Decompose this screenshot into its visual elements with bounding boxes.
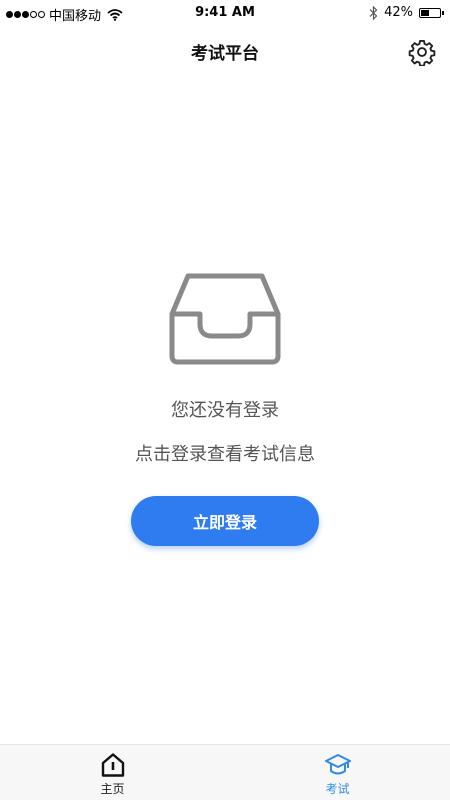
tab-exam[interactable]: 考试: [225, 745, 450, 800]
login-hint-message: 点击登录查看考试信息: [135, 444, 315, 465]
battery-percent: 42%: [384, 5, 413, 20]
login-button[interactable]: 立即登录: [131, 496, 319, 546]
page-title: 考试平台: [191, 44, 259, 64]
bluetooth-icon: [369, 5, 378, 20]
gear-icon[interactable]: [408, 38, 436, 67]
nav-bar: 考试平台: [0, 26, 450, 76]
inbox-icon: [169, 273, 281, 365]
settings-button[interactable]: [408, 38, 436, 67]
battery-level-fill: [421, 9, 429, 16]
home-icon: [101, 753, 124, 777]
tab-exam-label: 考试: [325, 782, 350, 796]
tab-bar: 主页 考试: [0, 744, 450, 800]
status-bar: 中国移动 9:41 AM 42%: [0, 0, 450, 26]
status-right: 42%: [369, 5, 444, 20]
tab-home[interactable]: 主页: [0, 745, 225, 800]
empty-state: 您还没有登录 点击登录查看考试信息 立即登录: [0, 270, 450, 546]
battery-icon: [419, 7, 444, 18]
not-logged-in-message: 您还没有登录: [171, 400, 279, 421]
graduation-cap-icon: [324, 754, 351, 775]
tab-home-label: 主页: [100, 782, 125, 796]
